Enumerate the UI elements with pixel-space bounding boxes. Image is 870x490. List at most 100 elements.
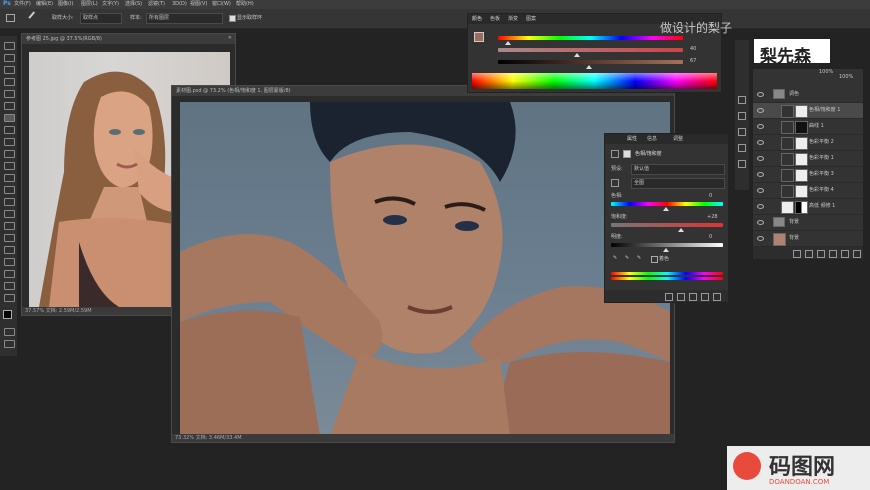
history-icon[interactable] [738,96,746,104]
tab-gradients[interactable]: 渐变 [508,17,518,22]
opacity-value[interactable]: 100% [819,70,833,75]
frame-tool-icon[interactable] [4,102,15,110]
tab-adjustments[interactable]: 调整 [673,137,683,142]
menu-3d[interactable]: 3D(D) [172,2,187,7]
saturation-value[interactable]: 40 [690,47,696,52]
ps-logo-icon[interactable]: Ps [3,1,11,7]
hand-tool-icon[interactable] [4,270,15,278]
stamp-tool-icon[interactable] [4,150,15,158]
fill-value[interactable]: 100% [839,75,853,80]
menu-filter[interactable]: 滤镜(T) [148,2,165,7]
foreground-color-swatch[interactable] [3,310,12,319]
more-tools-icon[interactable] [4,294,15,302]
pen-tool-icon[interactable] [4,222,15,230]
tab-color[interactable]: 颜色 [472,17,482,22]
visibility-eye-icon[interactable] [757,172,764,177]
visibility-eye-icon[interactable] [757,188,764,193]
sample-size-select[interactable]: 取样点 [80,13,122,24]
eyedropper-icon[interactable]: ✎ [613,256,617,261]
blur-tool-icon[interactable] [4,198,15,206]
type-tool-icon[interactable] [4,234,15,242]
saturation-slider-handle[interactable] [678,228,684,232]
eyedropper-tool-icon[interactable] [4,114,15,122]
visibility-eye-icon[interactable] [757,220,764,225]
path-select-tool-icon[interactable] [4,246,15,254]
layer-row[interactable]: 色彩平衡 2 [753,135,863,151]
lasso-tool-icon[interactable] [4,66,15,74]
screen-mode-icon[interactable] [4,340,15,348]
quick-select-tool-icon[interactable] [4,78,15,86]
menu-file[interactable]: 文件(F) [14,2,31,7]
channel-select[interactable]: 全图 [631,178,725,189]
tab-patterns[interactable]: 图案 [526,17,536,22]
visibility-eye-icon[interactable] [757,140,764,145]
toggle-visibility-icon[interactable] [701,293,709,301]
brightness-slider[interactable] [498,60,683,64]
mask-icon[interactable] [817,250,825,258]
layer-row[interactable]: 色彩平衡 1 [753,151,863,167]
shape-tool-icon[interactable] [4,258,15,266]
actions-icon[interactable] [738,112,746,120]
hue-slider-handle[interactable] [663,207,669,211]
menu-help[interactable]: 帮助(H) [236,2,254,7]
tab-info[interactable]: 信息 [647,137,657,142]
marquee-tool-icon[interactable] [4,54,15,62]
quick-mask-icon[interactable] [4,328,15,336]
targeted-adjust-icon[interactable] [611,179,619,187]
reset-icon[interactable] [689,293,697,301]
lightness-slider-handle[interactable] [663,248,669,252]
dodge-tool-icon[interactable] [4,210,15,218]
history-brush-tool-icon[interactable] [4,162,15,170]
colorize-checkbox[interactable] [651,256,658,263]
layer-mask-thumbnail[interactable] [795,185,808,198]
show-ring-checkbox[interactable] [229,15,236,22]
menu-layer[interactable]: 图层(L) [81,2,98,7]
hue-value[interactable]: 0 [709,194,712,199]
brightness-value[interactable]: 67 [690,59,696,64]
layer-row[interactable]: 背景 [753,215,863,231]
hue-slider[interactable] [611,202,723,206]
lightness-value[interactable]: 0 [709,235,712,240]
foreground-swatch[interactable] [474,32,484,42]
main-document-window[interactable]: 素材图.psd @ 73.2% (色相/饱和度 1, 图层蒙版/8) ✕ 73.… [171,85,675,443]
menu-edit[interactable]: 编辑(E) [36,2,53,7]
menu-view[interactable]: 视图(V) [190,2,207,7]
preset-select[interactable]: 默认值 [631,164,725,175]
visibility-eye-icon[interactable] [757,108,764,113]
saturation-value[interactable]: +28 [707,215,718,220]
link-icon[interactable] [793,250,801,258]
layer-row-selected[interactable]: 色相/饱和度 1 [753,103,863,119]
layer-row[interactable]: 调色 [753,87,863,103]
tab-swatches[interactable]: 色板 [490,17,500,22]
brightness-slider-handle[interactable] [586,65,592,69]
reference-document-tab[interactable]: 参考图 25.jpg @ 37.5%(RGB/8) ✕ [22,34,235,44]
color-spectrum-bar[interactable] [472,73,717,89]
layer-mask-thumbnail[interactable] [795,121,808,134]
visibility-eye-icon[interactable] [757,204,764,209]
eyedropper-minus-icon[interactable]: ✎ [637,256,641,261]
new-group-icon[interactable] [829,250,837,258]
brush-tool-icon[interactable] [4,138,15,146]
layer-row[interactable]: 色彩平衡 3 [753,167,863,183]
gradient-tool-icon[interactable] [4,186,15,194]
brush-settings-icon[interactable] [738,160,746,168]
menu-select[interactable]: 选择(S) [125,2,142,7]
visibility-eye-icon[interactable] [757,236,764,241]
zoom-tool-icon[interactable] [4,282,15,290]
delete-icon[interactable] [713,293,721,301]
trash-icon[interactable] [853,250,861,258]
close-icon[interactable]: ✕ [228,36,232,41]
move-tool-icon[interactable] [4,42,15,50]
layer-row[interactable]: 曲线 1 [753,119,863,135]
adjustments-icon[interactable] [738,144,746,152]
lightness-slider[interactable] [611,243,723,247]
layer-mask-thumbnail[interactable] [795,137,808,150]
visibility-eye-icon[interactable] [757,92,764,97]
properties-icon[interactable] [738,128,746,136]
eyedropper-plus-icon[interactable]: ✎ [625,256,629,261]
layer-mask-thumbnail[interactable] [795,153,808,166]
menu-image[interactable]: 图像(I) [58,2,73,7]
fx-icon[interactable] [805,250,813,258]
healing-tool-icon[interactable] [4,126,15,134]
new-layer-icon[interactable] [841,250,849,258]
